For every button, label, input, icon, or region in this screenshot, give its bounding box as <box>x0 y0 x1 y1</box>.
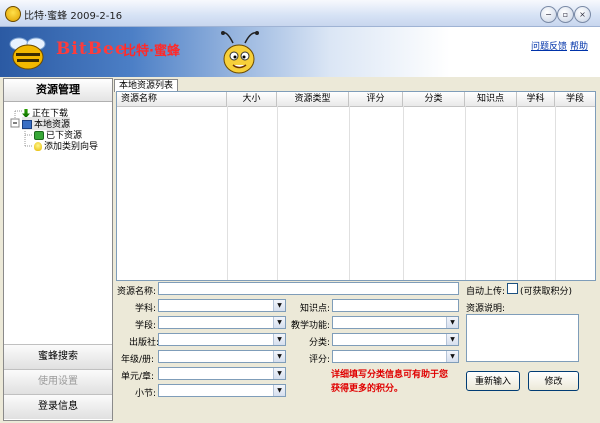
column-header[interactable]: 大小 <box>227 92 277 106</box>
feedback-link[interactable]: 问题反馈 <box>531 39 567 52</box>
column-divider <box>555 106 556 280</box>
teaching-function-label: 教学功能: <box>291 321 331 331</box>
resource-name-label: 资源名称: <box>117 287 157 297</box>
tree-item-label: 添加类别向导 <box>44 142 99 152</box>
login-info-button[interactable]: 登录信息 <box>4 394 112 419</box>
table-header: 资源名称 大小 资源类型 评分 分类 知识点 学科 学段 <box>117 92 595 107</box>
dropdown-arrow-icon[interactable]: ▼ <box>446 351 458 362</box>
dropdown-arrow-icon[interactable]: ▼ <box>273 334 285 345</box>
panel-title: 资源管理 <box>4 79 112 102</box>
knowledge-point-input[interactable] <box>332 299 459 312</box>
auto-upload-checkbox[interactable] <box>507 283 518 294</box>
help-link[interactable]: 帮助 <box>570 39 588 52</box>
section-select[interactable]: ▼ <box>158 384 286 397</box>
column-divider <box>349 106 350 280</box>
column-divider <box>517 106 518 280</box>
reset-button[interactable]: 重新输入 <box>466 371 520 391</box>
unit-select[interactable]: ▼ <box>158 367 286 380</box>
dropdown-arrow-icon[interactable]: ▼ <box>273 368 285 379</box>
brand-name-en: BitBee <box>56 39 127 59</box>
points-hint-text: 详细填写分类信息可有助于您获得更多的积分。 <box>331 370 449 394</box>
bee-app-icon <box>5 6 21 22</box>
subject-label: 学科: <box>135 304 157 314</box>
resource-list-table[interactable]: 资源名称 大小 资源类型 评分 分类 知识点 学科 学段 <box>116 91 596 281</box>
dropdown-arrow-icon[interactable]: ▼ <box>446 334 458 345</box>
column-header[interactable]: 学科 <box>517 92 555 106</box>
grade-select[interactable]: ▼ <box>158 350 286 363</box>
dropdown-arrow-icon[interactable]: ▼ <box>273 385 285 396</box>
tree-item-add-category-wizard[interactable]: 添加类别向导 <box>34 139 98 152</box>
column-divider <box>403 106 404 280</box>
column-header[interactable]: 资源名称 <box>117 92 227 106</box>
window-title: 比特·蜜蜂 2009-2-16 <box>24 11 123 22</box>
column-header[interactable]: 评分 <box>349 92 403 106</box>
earn-points-note: (可获取积分) <box>520 287 573 297</box>
lightbulb-icon <box>34 142 42 151</box>
dropdown-arrow-icon[interactable]: ▼ <box>273 317 285 328</box>
description-textarea[interactable] <box>466 314 579 362</box>
teaching-function-select[interactable]: ▼ <box>332 316 459 329</box>
bee-search-button[interactable]: 蜜蜂搜索 <box>4 344 112 369</box>
column-divider <box>227 106 228 280</box>
resource-name-input[interactable] <box>158 282 459 295</box>
stage-select[interactable]: ▼ <box>158 316 286 329</box>
computer-icon <box>22 120 32 129</box>
dropdown-arrow-icon[interactable]: ▼ <box>446 317 458 328</box>
section-label: 小节: <box>135 389 157 399</box>
publisher-select[interactable]: ▼ <box>158 333 286 346</box>
knowledge-point-label: 知识点: <box>300 304 331 314</box>
rating-select[interactable]: ▼ <box>332 350 459 363</box>
description-label: 资源说明: <box>466 304 506 314</box>
column-divider <box>465 106 466 280</box>
left-panel: 资源管理 正在下载 本地资源 已下资源 添加类别向导 蜜蜂搜索 使用设置 登录信… <box>3 78 113 421</box>
column-divider <box>277 106 278 280</box>
bee-logo-icon <box>9 37 46 70</box>
column-header[interactable]: 学段 <box>555 92 595 106</box>
title-bar: 比特·蜜蜂 2009-2-16 − ▫ × <box>0 0 600 27</box>
close-button[interactable]: × <box>574 6 591 23</box>
unit-label: 单元/章: <box>121 372 155 382</box>
settings-button[interactable]: 使用设置 <box>4 369 112 394</box>
stage-label: 学段: <box>135 321 157 331</box>
grade-label: 年级/册: <box>121 355 155 365</box>
minimize-button[interactable]: − <box>540 6 557 23</box>
category-select[interactable]: ▼ <box>332 333 459 346</box>
bee-mascot-icon <box>221 31 259 74</box>
column-header[interactable]: 分类 <box>403 92 465 106</box>
dropdown-arrow-icon[interactable]: ▼ <box>273 351 285 362</box>
category-label: 分类: <box>309 338 331 348</box>
modify-button[interactable]: 修改 <box>528 371 579 391</box>
subject-select[interactable]: ▼ <box>158 299 286 312</box>
auto-upload-label: 自动上传: <box>466 287 506 297</box>
banner: BitBee 比特·蜜蜂 问题反馈 帮助 <box>0 27 600 77</box>
dropdown-arrow-icon[interactable]: ▼ <box>273 300 285 311</box>
column-header[interactable]: 资源类型 <box>277 92 349 106</box>
brand-name-cn: 比特·蜜蜂 <box>123 44 180 59</box>
publisher-label: 出版社: <box>129 338 160 348</box>
rating-label: 评分: <box>309 355 331 365</box>
restore-button[interactable]: ▫ <box>557 6 574 23</box>
column-header[interactable]: 知识点 <box>465 92 517 106</box>
